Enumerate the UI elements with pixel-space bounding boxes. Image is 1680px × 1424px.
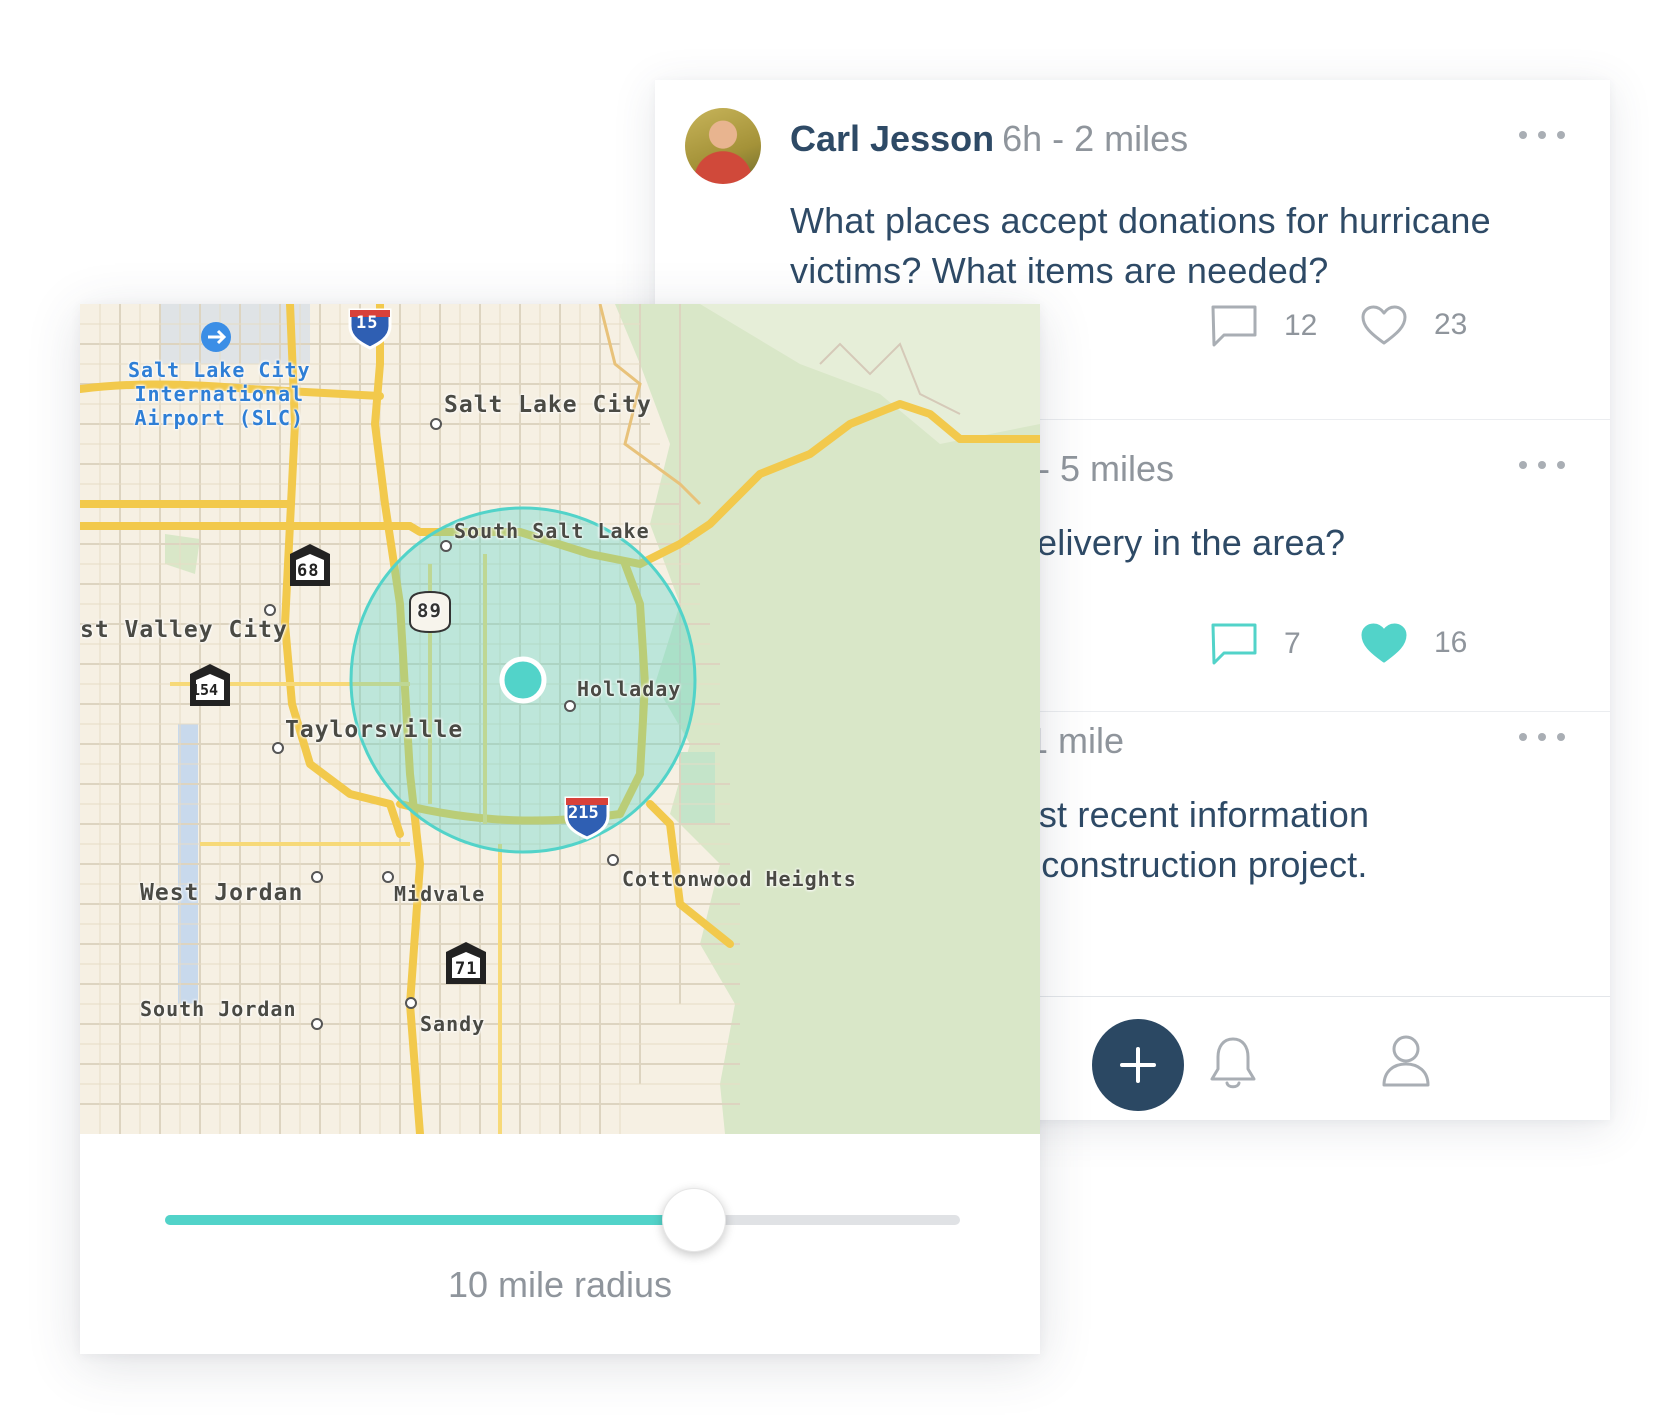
radius-label: 10 mile radius — [447, 1264, 673, 1305]
map-label-line: Salt Lake City — [128, 358, 311, 382]
map-label-holladay[interactable]: Holladay — [577, 677, 681, 701]
more-options-icon[interactable] — [1518, 732, 1566, 742]
like-count: 16 — [1434, 626, 1468, 659]
comment-icon — [1211, 623, 1257, 665]
comment-button[interactable]: 7 — [1210, 622, 1301, 666]
map-label-airport[interactable]: Salt Lake City International Airport (SL… — [128, 358, 311, 430]
shield-sr71: 71 — [455, 959, 478, 979]
map[interactable]: 15 89 68 154 215 71 Salt Lake City Inter… — [80, 304, 1040, 1134]
add-icon — [1120, 1047, 1156, 1083]
map-label-sandy[interactable]: Sandy — [420, 1012, 485, 1036]
comment-icon — [1211, 305, 1257, 347]
like-count: 23 — [1434, 308, 1468, 341]
map-label-south-jordan[interactable]: South Jordan — [140, 997, 297, 1021]
map-label-line: International — [134, 382, 305, 406]
heart-icon — [1361, 305, 1407, 345]
shield-us89: 89 — [417, 600, 442, 622]
comment-count: 12 — [1284, 309, 1318, 342]
more-options-icon[interactable] — [1518, 460, 1566, 470]
post-meta: 6h - 2 miles — [1002, 118, 1189, 159]
avatar[interactable] — [685, 108, 761, 184]
bell-icon[interactable] — [1208, 1035, 1258, 1091]
comment-button[interactable]: 12 — [1210, 304, 1317, 348]
map-label-cottonwood-heights[interactable]: Cottonwood Heights — [622, 867, 857, 891]
map-label-line: Airport (SLC) — [134, 406, 305, 430]
comment-count: 7 — [1284, 627, 1301, 660]
map-label-midvale[interactable]: Midvale — [394, 882, 485, 906]
map-label-taylorsville[interactable]: Taylorsville — [285, 717, 463, 743]
shield-sr68: 68 — [297, 561, 320, 581]
shield-i15: 15 — [356, 313, 379, 333]
profile-icon[interactable] — [1380, 1033, 1432, 1089]
map-label-south-salt-lake[interactable]: South Salt Lake — [454, 519, 650, 543]
map-label-salt-lake-city[interactable]: Salt Lake City — [444, 392, 652, 418]
radius-slider-thumb[interactable] — [661, 1188, 726, 1252]
like-button[interactable]: 16 — [1360, 622, 1467, 664]
radius-slider-fill — [165, 1215, 694, 1225]
author-name[interactable]: Carl Jesson — [790, 118, 994, 159]
more-options-icon[interactable] — [1518, 130, 1566, 140]
add-post-button[interactable] — [1092, 1019, 1184, 1111]
map-card: 15 89 68 154 215 71 Salt Lake City Inter… — [80, 304, 1040, 1354]
map-label-west-jordan[interactable]: West Jordan — [140, 880, 303, 906]
radius-slider-track[interactable] — [165, 1215, 960, 1225]
radius-slider-area: 10 mile radius — [80, 1134, 1040, 1354]
heart-icon-filled — [1361, 623, 1407, 663]
post-body: What places accept donations for hurrica… — [790, 200, 1491, 291]
map-label-west-valley-city[interactable]: st Valley City — [80, 617, 288, 643]
like-button[interactable]: 23 — [1360, 304, 1467, 346]
shield-i215: 215 — [568, 803, 599, 823]
shield-sr154: 154 — [191, 681, 219, 699]
post-header: Carl Jesson 6h - 2 miles — [790, 118, 1188, 160]
